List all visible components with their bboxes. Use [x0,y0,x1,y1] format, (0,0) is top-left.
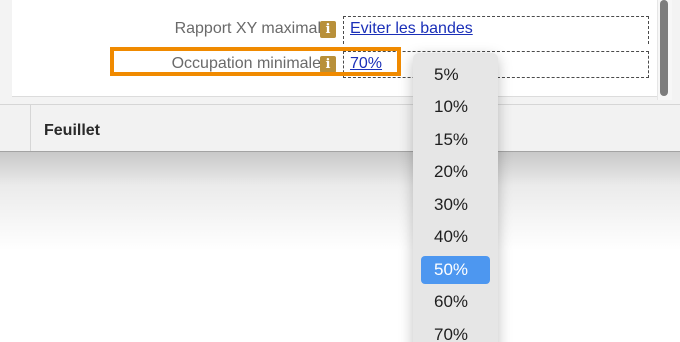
dropdown-option-selected[interactable]: 50% [421,256,490,284]
app-window: Rapport XY maximal i Eviter les bandes O… [0,0,680,342]
dropdown-option[interactable]: 15% [421,126,490,154]
column-divider [30,105,31,151]
highlight-box [110,47,401,76]
dropdown-option[interactable]: 5% [421,61,490,89]
content-shadow [0,151,680,251]
dropdown-option[interactable]: 70% [421,321,490,342]
dropdown-option[interactable]: 40% [421,223,490,251]
property-value-cell[interactable]: Eviter les bandes [343,16,649,44]
property-label: Rapport XY maximal [174,20,321,37]
dropdown-option[interactable]: 20% [421,158,490,186]
scrollbar-thumb[interactable] [660,0,668,96]
property-row-max-xy-ratio: Rapport XY maximal i Eviter les bandes [12,16,657,44]
dropdown-option[interactable]: 60% [421,288,490,316]
dropdown-option[interactable]: 10% [421,93,490,121]
sheet-title: Feuillet [44,122,101,139]
dropdown-option[interactable]: 30% [421,191,490,219]
property-value-link[interactable]: Eviter les bandes [350,20,473,38]
occupation-dropdown-menu: 5% 10% 15% 20% 30% 40% 50% 60% 70% [413,53,498,342]
properties-panel: Rapport XY maximal i Eviter les bandes O… [0,0,680,104]
sheet-header: Feuillet [0,104,680,152]
info-icon[interactable]: i [320,21,336,38]
